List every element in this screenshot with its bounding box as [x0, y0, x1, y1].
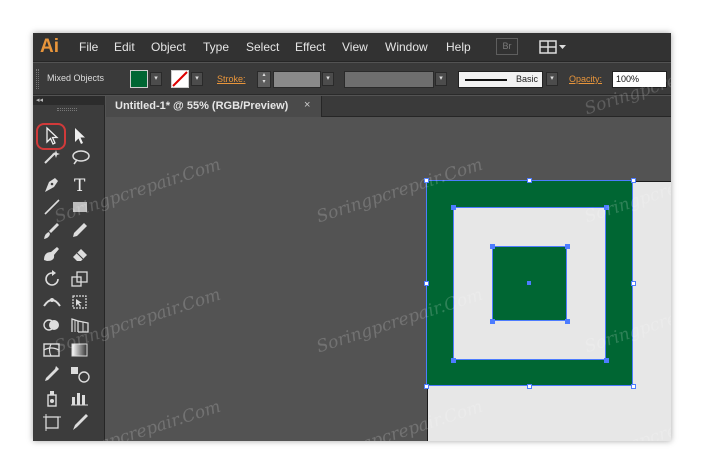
- resize-handle[interactable]: [631, 178, 636, 183]
- lasso-tool-icon[interactable]: [69, 149, 95, 171]
- selection-type-label: Mixed Objects: [47, 73, 105, 83]
- eraser-tool-icon[interactable]: [69, 244, 95, 266]
- stroke-weight-field[interactable]: [273, 71, 321, 88]
- gradient-tool-icon[interactable]: [69, 340, 95, 362]
- panel-grip[interactable]: [57, 108, 77, 111]
- mesh-tool-icon[interactable]: [41, 340, 67, 362]
- tab-title: Untitled-1* @ 55% (RGB/Preview): [115, 100, 289, 112]
- brush-definition-label: Basic: [515, 74, 538, 84]
- profile-dropdown[interactable]: ▾: [435, 72, 447, 86]
- brush-dropdown[interactable]: ▾: [546, 72, 558, 86]
- rectangle-tool-icon[interactable]: [69, 197, 95, 219]
- anchor-point[interactable]: [604, 205, 609, 210]
- menu-object[interactable]: Object: [151, 40, 186, 55]
- resize-handle[interactable]: [424, 281, 429, 286]
- stroke-weight-dropdown[interactable]: ▾: [322, 72, 334, 86]
- selection-tool-icon[interactable]: [41, 126, 67, 148]
- line-segment-tool-icon[interactable]: [41, 197, 67, 219]
- illustrator-window: Ai File Edit Object Type Select Effect V…: [33, 33, 671, 441]
- anchor-point[interactable]: [565, 319, 570, 324]
- menu-help[interactable]: Help: [446, 40, 471, 55]
- menu-bar: Ai File Edit Object Type Select Effect V…: [33, 33, 671, 62]
- resize-handle[interactable]: [424, 384, 429, 389]
- menu-view[interactable]: View: [342, 40, 368, 55]
- shape-builder-tool-icon[interactable]: [41, 315, 67, 337]
- variable-width-profile[interactable]: [344, 71, 434, 88]
- menu-type[interactable]: Type: [203, 40, 229, 55]
- magic-wand-tool-icon[interactable]: [41, 149, 67, 171]
- column-graph-tool-icon[interactable]: [69, 388, 95, 410]
- blob-brush-tool-icon[interactable]: [41, 244, 67, 266]
- resize-handle[interactable]: [631, 384, 636, 389]
- anchor-point[interactable]: [451, 358, 456, 363]
- blend-tool-icon[interactable]: [69, 364, 95, 386]
- panel-collapse-button[interactable]: ◂◂: [33, 96, 105, 105]
- menu-select[interactable]: Select: [246, 40, 279, 55]
- menu-edit[interactable]: Edit: [114, 40, 135, 55]
- menu-effect[interactable]: Effect: [295, 40, 325, 55]
- svg-text:T: T: [74, 176, 86, 194]
- document-tab-bar: Untitled-1* @ 55% (RGB/Preview) ×: [106, 96, 671, 117]
- arrange-documents-icon[interactable]: [539, 40, 567, 54]
- width-tool-icon[interactable]: [41, 292, 67, 314]
- brush-stroke-preview: [465, 79, 507, 81]
- stroke-label[interactable]: Stroke:: [217, 74, 246, 84]
- pen-tool-icon[interactable]: [41, 174, 67, 196]
- anchor-point[interactable]: [604, 358, 609, 363]
- control-bar-grip[interactable]: [36, 69, 39, 89]
- menu-window[interactable]: Window: [385, 40, 428, 55]
- opacity-label[interactable]: Opacity:: [569, 74, 602, 84]
- tools-panel: ◂◂ T: [33, 96, 105, 441]
- bridge-button[interactable]: Br: [496, 38, 518, 55]
- eyedropper-tool-icon[interactable]: [41, 364, 67, 386]
- menu-file[interactable]: File: [79, 40, 98, 55]
- artboard-tool-icon[interactable]: [41, 412, 67, 434]
- slice-tool-icon[interactable]: [69, 412, 95, 434]
- fill-swatch[interactable]: [130, 70, 148, 88]
- tab-untitled-1[interactable]: Untitled-1* @ 55% (RGB/Preview) ×: [106, 96, 322, 117]
- direct-selection-tool-icon[interactable]: [69, 126, 95, 148]
- free-transform-tool-icon[interactable]: [69, 292, 95, 314]
- scale-tool-icon[interactable]: [69, 269, 95, 291]
- rotate-tool-icon[interactable]: [41, 269, 67, 291]
- brush-definition[interactable]: Basic: [458, 71, 543, 88]
- stroke-swatch-none[interactable]: [171, 70, 189, 88]
- anchor-point[interactable]: [565, 244, 570, 249]
- resize-handle[interactable]: [527, 384, 532, 389]
- resize-handle[interactable]: [424, 178, 429, 183]
- stroke-weight-stepper[interactable]: ▴ ▾: [257, 71, 271, 88]
- resize-handle[interactable]: [631, 281, 636, 286]
- resize-handle[interactable]: [527, 178, 532, 183]
- control-bar: Mixed Objects ▾ ▾ Stroke: ▴ ▾ ▾ ▾ Basic ▾…: [33, 63, 671, 95]
- anchor-point[interactable]: [490, 244, 495, 249]
- anchor-point[interactable]: [490, 319, 495, 324]
- fill-dropdown[interactable]: ▾: [150, 72, 162, 86]
- stroke-dropdown[interactable]: ▾: [191, 72, 203, 86]
- pencil-tool-icon[interactable]: [69, 221, 95, 243]
- paintbrush-tool-icon[interactable]: [41, 221, 67, 243]
- perspective-grid-tool-icon[interactable]: [69, 315, 95, 337]
- type-tool-icon[interactable]: T: [69, 174, 95, 196]
- close-tab-icon[interactable]: ×: [304, 99, 310, 111]
- canvas[interactable]: [106, 118, 671, 441]
- symbol-sprayer-tool-icon[interactable]: [41, 388, 67, 410]
- center-point: [527, 281, 531, 285]
- app-logo: Ai: [40, 36, 59, 57]
- opacity-input[interactable]: 100%: [612, 71, 667, 88]
- anchor-point[interactable]: [451, 205, 456, 210]
